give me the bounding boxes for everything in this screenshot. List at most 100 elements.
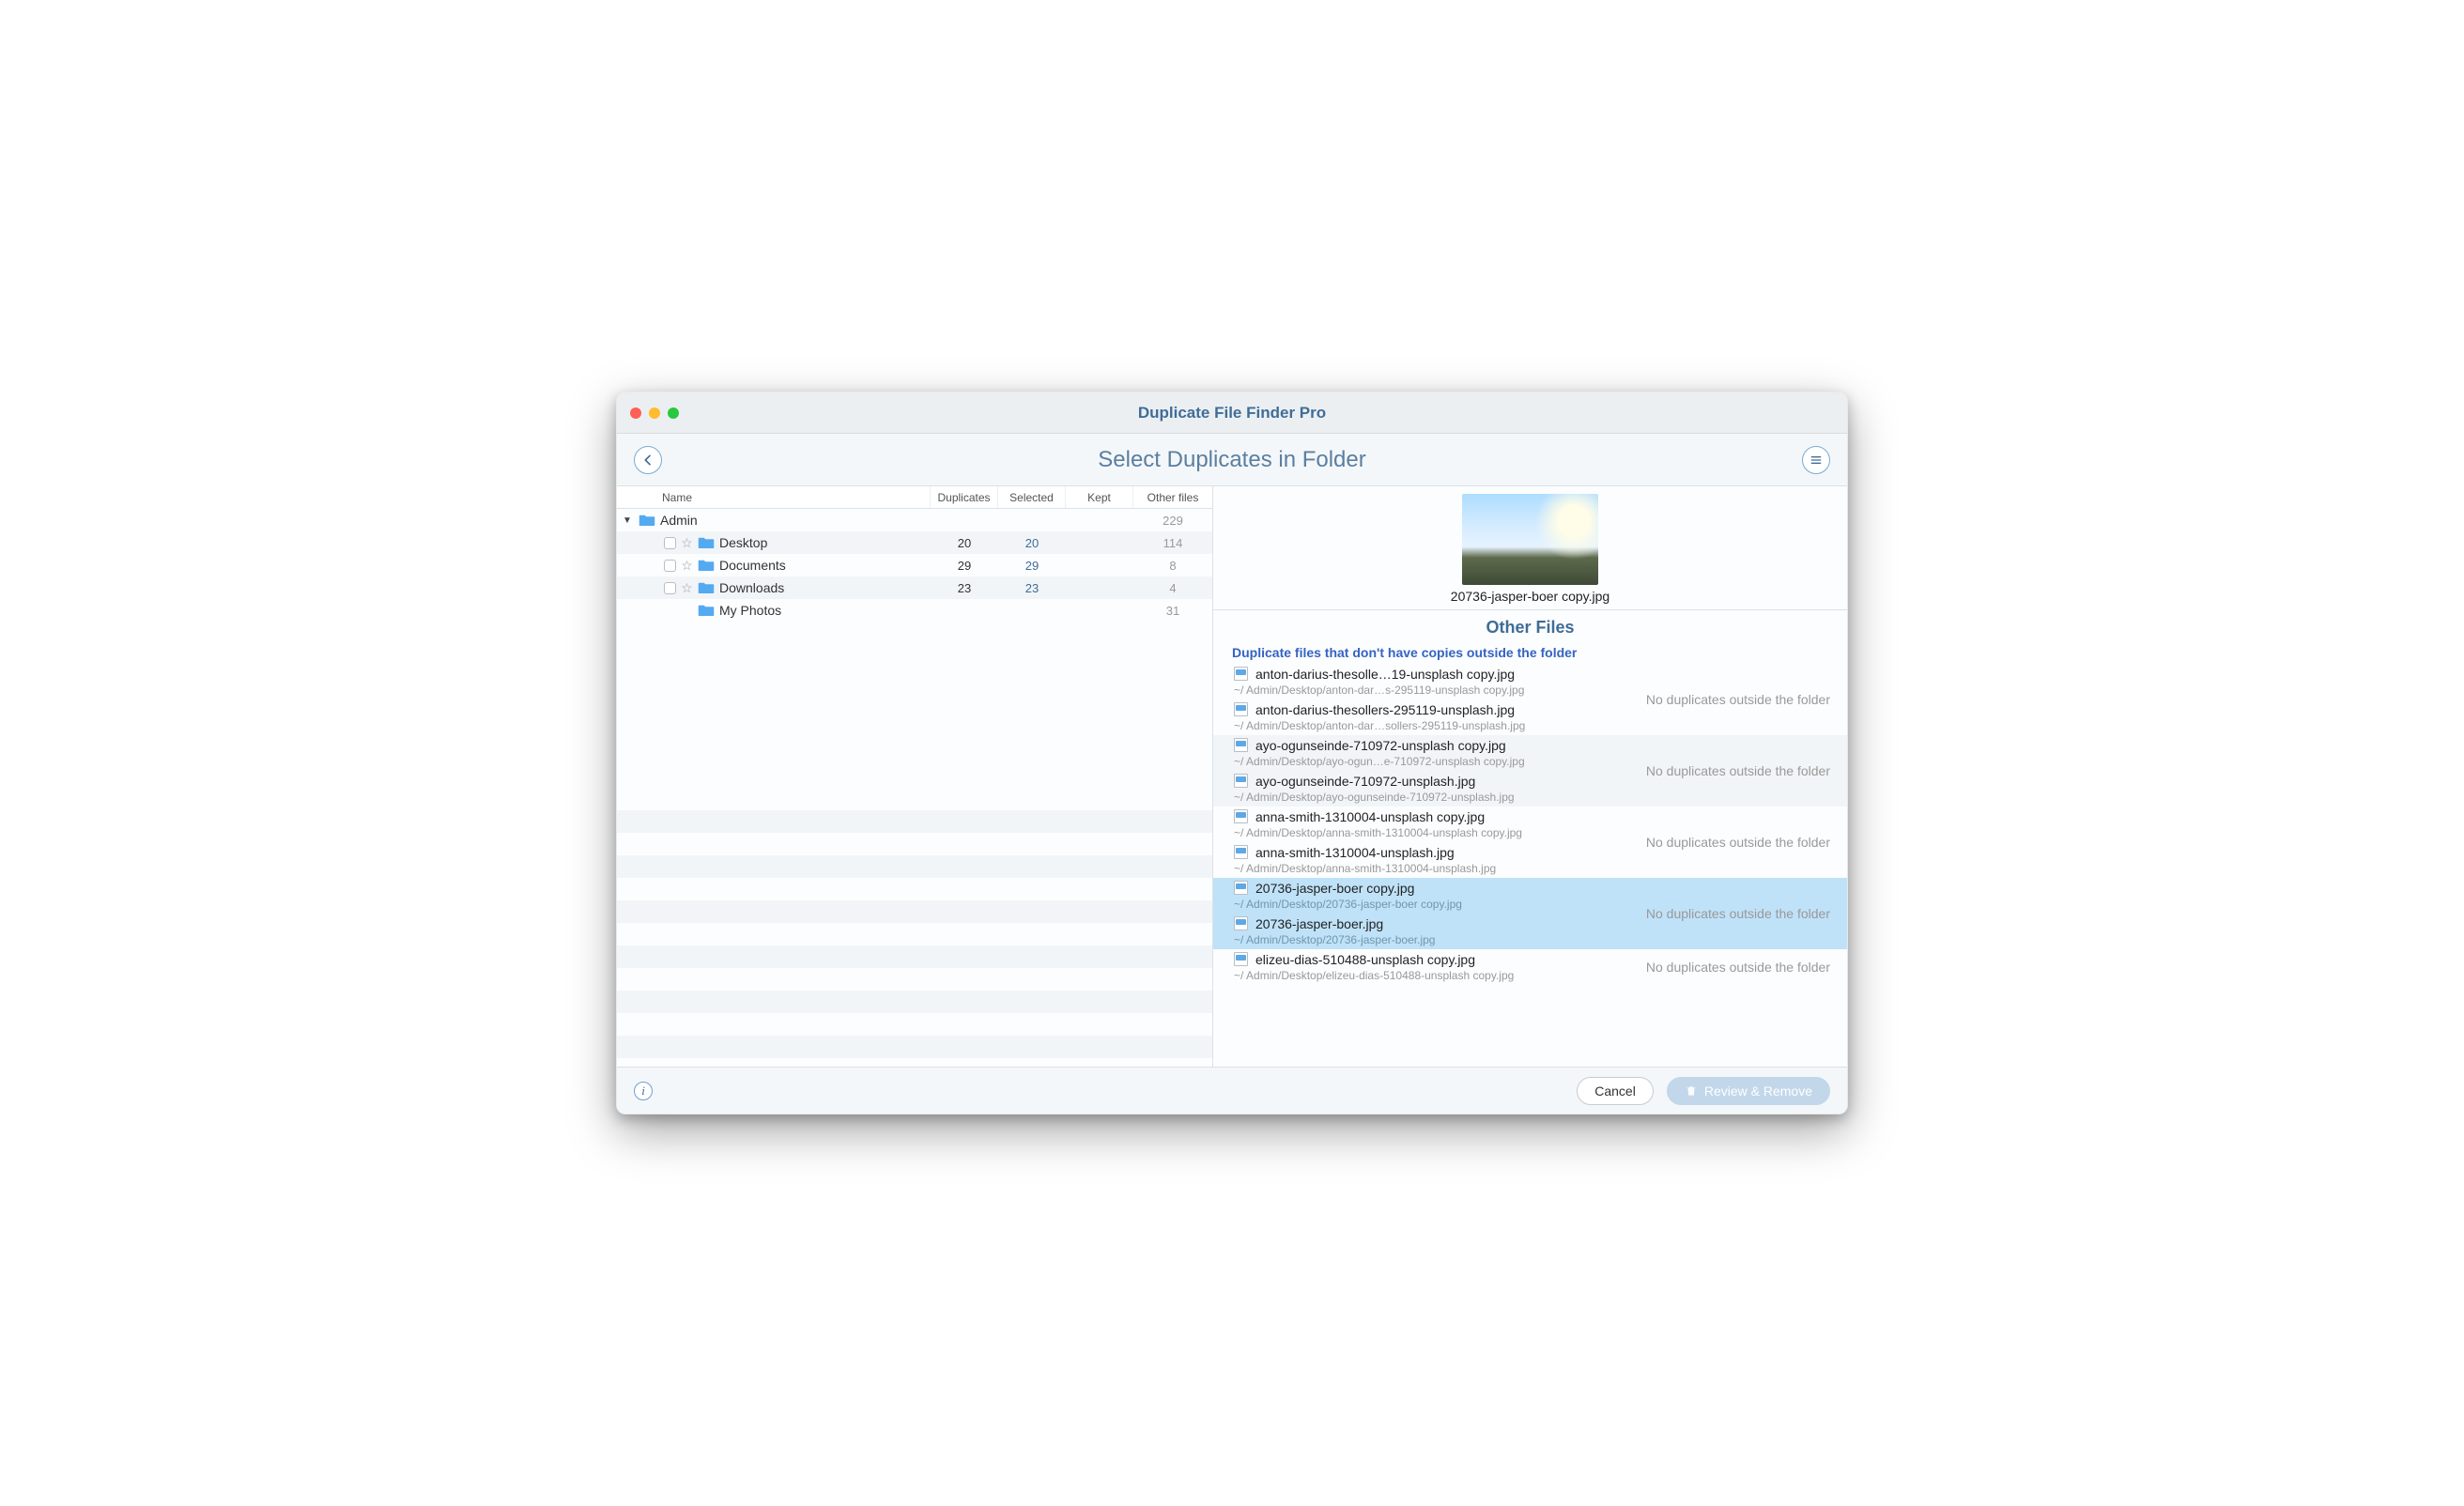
info-button[interactable]: i [634, 1082, 653, 1100]
review-remove-button[interactable]: Review & Remove [1667, 1077, 1830, 1105]
titlebar: Duplicate File Finder Pro [617, 392, 1847, 434]
column-header-name[interactable]: Name [617, 486, 931, 508]
no-duplicates-message: No duplicates outside the folder [1646, 835, 1830, 850]
column-header-duplicates[interactable]: Duplicates [931, 486, 998, 508]
file-line[interactable]: anton-darius-thesolle…19-unsplash copy.j… [1213, 664, 1847, 684]
file-group[interactable]: 20736-jasper-boer copy.jpg ~/ Admin/Deskt… [1213, 878, 1847, 949]
tree-row[interactable]: Downloads 2323 4 [617, 576, 1212, 599]
folder-panel: Name Duplicates Selected Kept Other file… [617, 486, 1213, 1067]
folder-icon [698, 581, 715, 594]
folder-name: Desktop [719, 535, 767, 550]
folder-checkbox[interactable] [664, 537, 676, 549]
image-file-icon [1234, 952, 1248, 966]
tree-empty-stripes [617, 788, 1212, 1067]
image-file-icon [1234, 881, 1248, 895]
hamburger-icon [1809, 453, 1824, 468]
star-icon[interactable] [681, 537, 693, 549]
column-header-other[interactable]: Other files [1133, 486, 1212, 508]
menu-button[interactable] [1802, 446, 1830, 474]
image-file-icon [1234, 667, 1248, 681]
image-file-icon [1234, 916, 1248, 930]
cell-duplicates: 23 [931, 581, 998, 595]
file-name: 20736-jasper-boer copy.jpg [1255, 881, 1414, 896]
image-file-icon [1234, 774, 1248, 788]
minimize-window-button[interactable] [649, 407, 660, 419]
file-name: 20736-jasper-boer.jpg [1255, 916, 1383, 931]
folder-name: Downloads [719, 580, 784, 595]
file-line[interactable]: anna-smith-1310004-unsplash copy.jpg [1213, 807, 1847, 826]
back-button[interactable] [634, 446, 662, 474]
image-file-icon [1234, 845, 1248, 859]
file-name: ayo-ogunseinde-710972-unsplash.jpg [1255, 774, 1475, 789]
review-remove-label: Review & Remove [1704, 1083, 1812, 1099]
close-window-button[interactable] [630, 407, 641, 419]
folder-name: Documents [719, 558, 786, 573]
maximize-window-button[interactable] [668, 407, 679, 419]
folder-checkbox[interactable] [664, 560, 676, 572]
file-line[interactable]: 20736-jasper-boer copy.jpg [1213, 878, 1847, 898]
image-file-icon [1234, 702, 1248, 716]
bottom-bar: i Cancel Review & Remove [617, 1067, 1847, 1114]
other-files-subtitle: Duplicate files that don't have copies o… [1213, 643, 1847, 664]
no-duplicates-message: No duplicates outside the folder [1646, 960, 1830, 975]
star-icon[interactable] [681, 560, 693, 572]
info-icon: i [641, 1083, 645, 1099]
page-title: Select Duplicates in Folder [634, 447, 1830, 473]
cell-selected: 20 [998, 536, 1066, 550]
column-headers: Name Duplicates Selected Kept Other file… [617, 486, 1212, 509]
traffic-lights [630, 407, 679, 419]
chevron-left-icon [640, 453, 655, 468]
file-name: anna-smith-1310004-unsplash copy.jpg [1255, 809, 1485, 824]
column-header-selected[interactable]: Selected [998, 486, 1066, 508]
other-files-title: Other Files [1213, 610, 1847, 643]
file-name: anton-darius-thesollers-295119-unsplash.… [1255, 702, 1515, 717]
tree-row[interactable]: Documents29298 [617, 554, 1212, 576]
cell-other: 114 [1133, 536, 1212, 550]
cell-other: 8 [1133, 559, 1212, 573]
no-duplicates-message: No duplicates outside the folder [1646, 763, 1830, 778]
folder-icon [698, 559, 715, 572]
main-content: Name Duplicates Selected Kept Other file… [617, 486, 1847, 1067]
other-files-list[interactable]: anton-darius-thesolle…19-unsplash copy.j… [1213, 664, 1847, 1067]
cell-selected: 23 [998, 581, 1066, 595]
cell-other: 229 [1133, 514, 1212, 528]
subheader: Select Duplicates in Folder [617, 434, 1847, 486]
file-name: elizeu-dias-510488-unsplash copy.jpg [1255, 952, 1475, 967]
cancel-button[interactable]: Cancel [1577, 1077, 1654, 1105]
folder-tree[interactable]: ▼Admin229Desktop2020114Documents29298Dow… [617, 509, 1212, 788]
tree-row[interactable]: Desktop 2020 114 [617, 531, 1212, 554]
trash-icon [1685, 1084, 1698, 1098]
file-path: ~/ Admin/Desktop/ayo-ogunseinde-710972-u… [1213, 791, 1847, 807]
folder-name: Admin [660, 513, 698, 528]
file-group[interactable]: anton-darius-thesolle…19-unsplash copy.j… [1213, 664, 1847, 735]
file-group[interactable]: elizeu-dias-510488-unsplash copy.jpg~/ A… [1213, 949, 1847, 985]
tree-row[interactable]: My Photos31 [617, 599, 1212, 622]
details-panel: 20736-jasper-boer copy.jpg Other Files D… [1213, 486, 1847, 1067]
disclosure-triangle-icon[interactable]: ▼ [621, 515, 634, 526]
cell-duplicates: 20 [931, 536, 998, 550]
tree-row[interactable]: ▼ Admin 229 [617, 509, 1212, 531]
column-header-kept[interactable]: Kept [1066, 486, 1133, 508]
folder-icon [698, 536, 715, 549]
file-group[interactable]: ayo-ogunseinde-710972-unsplash copy.jpg ~… [1213, 735, 1847, 807]
folder-icon [698, 604, 715, 617]
cancel-button-label: Cancel [1594, 1083, 1636, 1099]
file-path: ~/ Admin/Desktop/20736-jasper-boer.jpg [1213, 933, 1847, 949]
image-file-icon [1234, 809, 1248, 823]
file-name: ayo-ogunseinde-710972-unsplash copy.jpg [1255, 738, 1506, 753]
file-line[interactable]: ayo-ogunseinde-710972-unsplash copy.jpg [1213, 735, 1847, 755]
no-duplicates-message: No duplicates outside the folder [1646, 692, 1830, 707]
preview-thumbnail [1462, 494, 1598, 585]
file-path: ~/ Admin/Desktop/anton-dar…sollers-29511… [1213, 719, 1847, 735]
cell-other: 4 [1133, 581, 1212, 595]
preview-filename: 20736-jasper-boer copy.jpg [1213, 589, 1847, 604]
folder-icon [639, 514, 655, 527]
folder-checkbox[interactable] [664, 582, 676, 594]
file-path: ~/ Admin/Desktop/anna-smith-1310004-unsp… [1213, 862, 1847, 878]
file-group[interactable]: anna-smith-1310004-unsplash copy.jpg ~/ A… [1213, 807, 1847, 878]
star-icon[interactable] [681, 582, 693, 594]
image-file-icon [1234, 738, 1248, 752]
no-duplicates-message: No duplicates outside the folder [1646, 906, 1830, 921]
cell-duplicates: 29 [931, 559, 998, 573]
preview-section: 20736-jasper-boer copy.jpg [1213, 486, 1847, 610]
